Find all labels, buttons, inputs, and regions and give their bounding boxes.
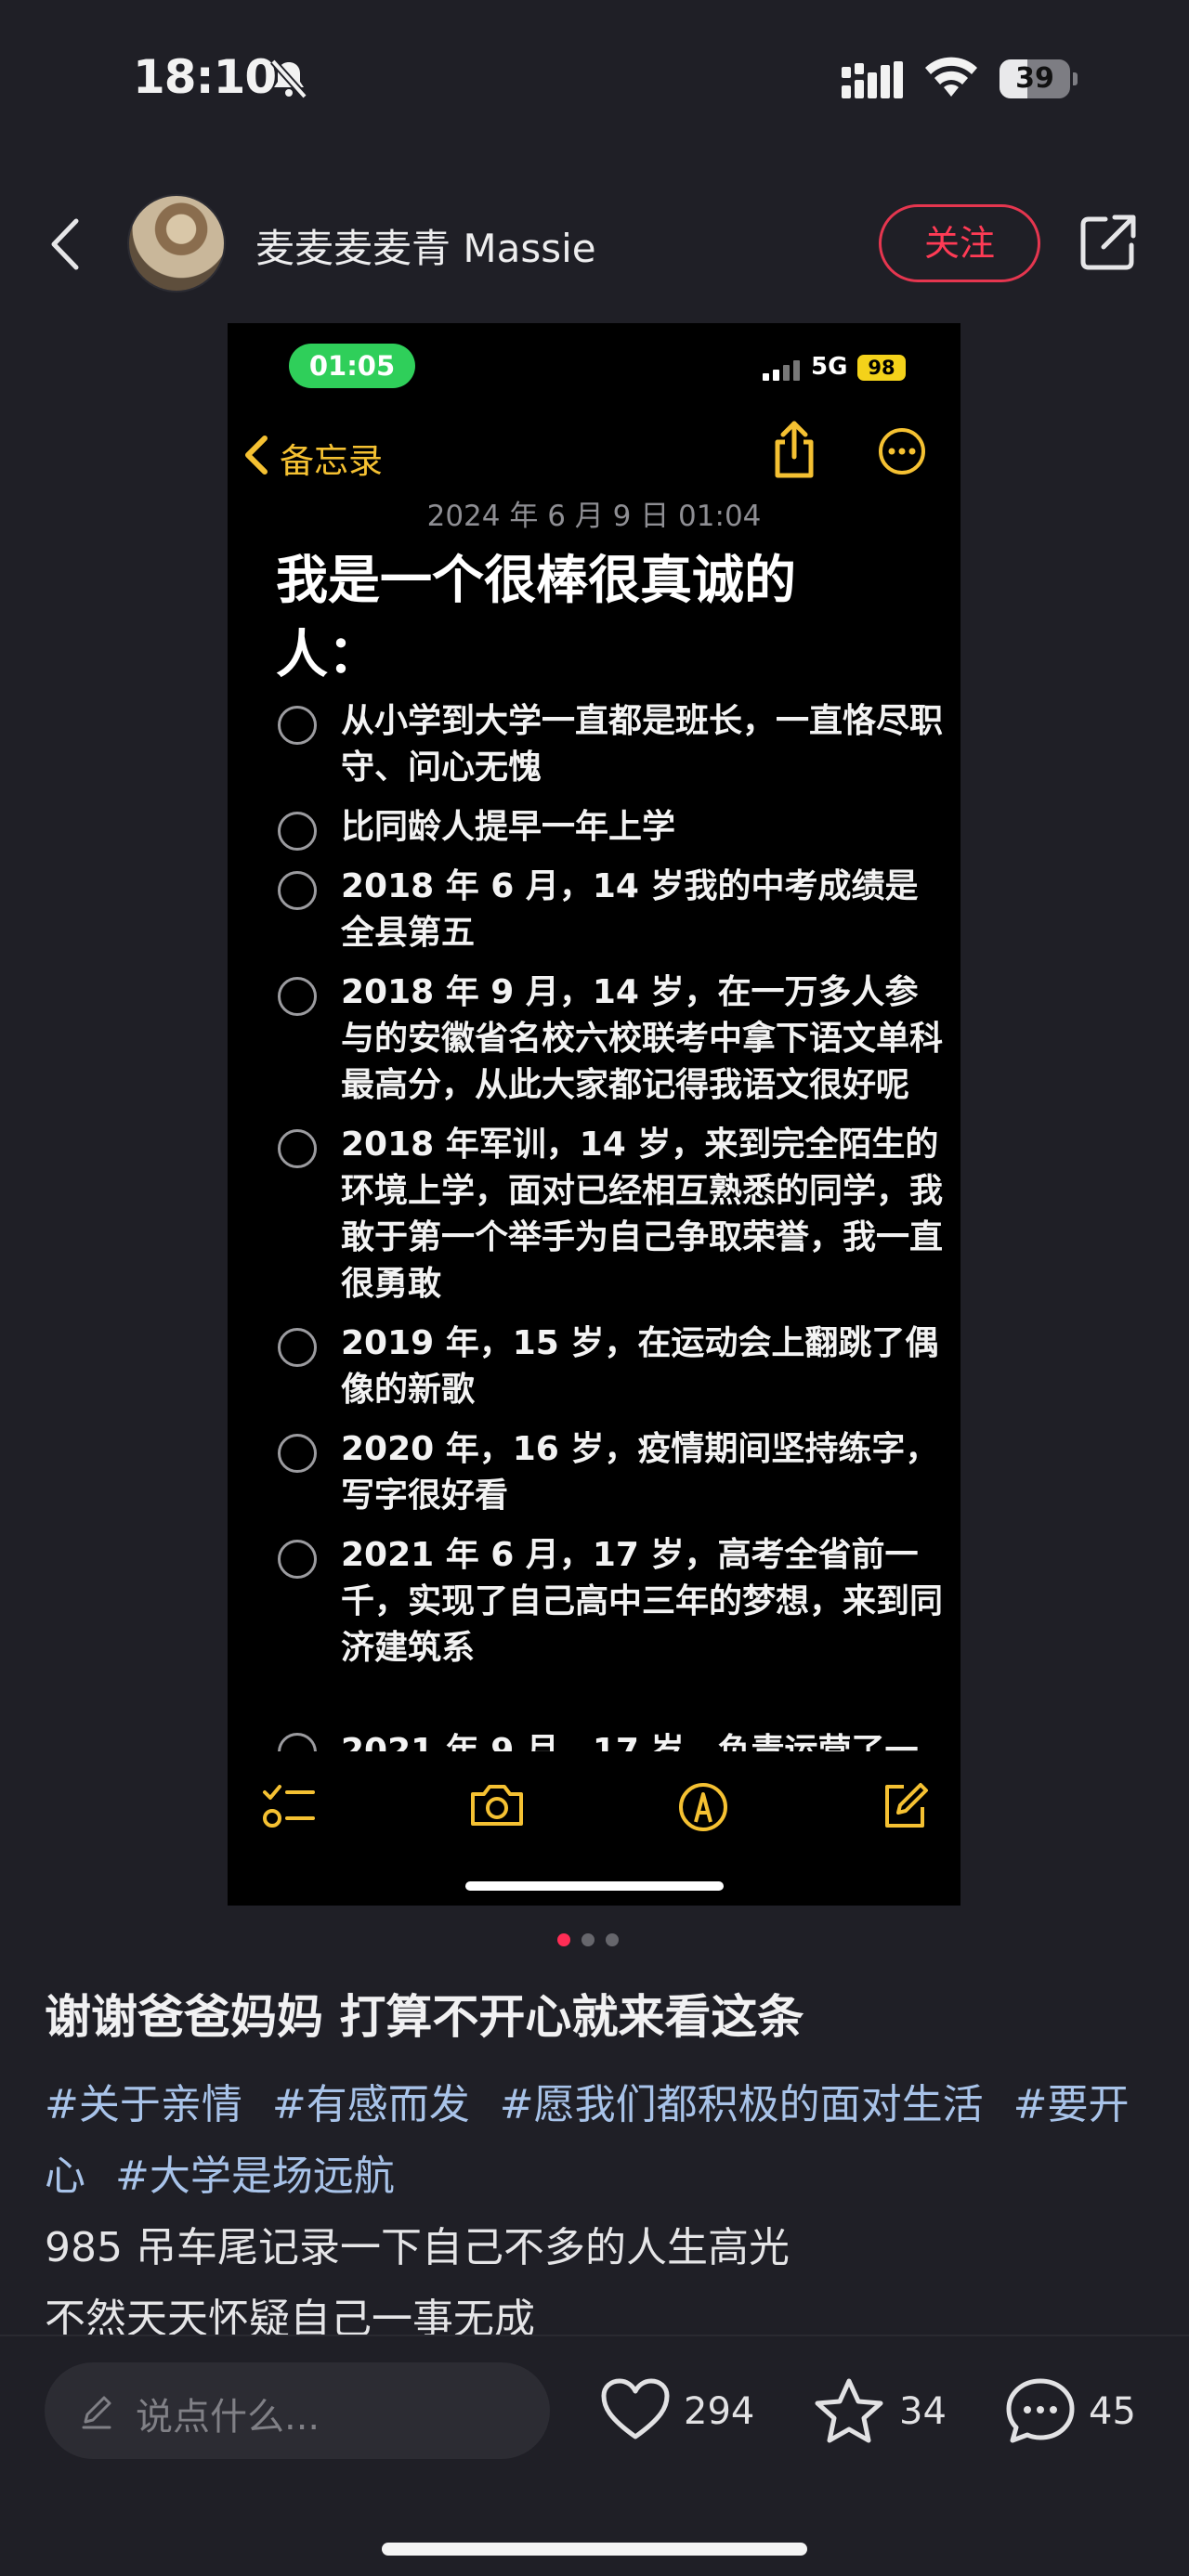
favorite-button[interactable]: 34 xyxy=(814,2364,953,2457)
post-header: 麦麦麦麦青 Massie 关注 xyxy=(0,176,1189,306)
cellular-signal-icon xyxy=(763,360,800,381)
checkbox-circle xyxy=(278,1129,317,1168)
like-count: 294 xyxy=(684,2390,755,2433)
checklist-item-text: 从小学到大学一直都是班长，一直恪尽职守、问心无愧 xyxy=(341,702,944,787)
compose-icon xyxy=(885,1783,928,1828)
post-title: 谢谢爸爸妈妈 打算不开心就来看这条 xyxy=(45,1990,804,2044)
more-icon xyxy=(879,428,925,475)
follow-button[interactable]: 关注 xyxy=(879,204,1040,282)
post-text-line: 985 吊车尾记录一下自己不多的人生高光 xyxy=(45,2224,790,2271)
post-image[interactable]: 01:05 5G 98 备忘录 2024 年 6 月 9 日 01:04 我是一… xyxy=(228,323,960,1906)
hashtag[interactable]: #有感而发 xyxy=(272,2081,470,2128)
back-icon[interactable] xyxy=(45,215,91,273)
share-icon[interactable] xyxy=(1078,212,1139,273)
hashtag[interactable]: #关于亲情 xyxy=(45,2081,242,2128)
network-label: 5G xyxy=(811,353,848,381)
battery-percent: 39 xyxy=(1015,62,1054,95)
note-date: 2024 年 6 月 9 日 01:04 xyxy=(426,500,762,533)
pagination-dot xyxy=(557,1933,570,1946)
checklist-item: 2019 年，15 岁，在运动会上翻跳了偶像的新歌 xyxy=(276,1321,945,1413)
notes-toolbar xyxy=(228,1768,960,1842)
battery-icon: 39 xyxy=(1000,59,1078,98)
checkbox-circle xyxy=(278,977,317,1016)
hashtag[interactable]: #大学是场远航 xyxy=(115,2153,395,2200)
checklist-item: 2018 年军训，14 岁，来到完全陌生的环境上学，面对已经相互熟悉的同学，我敢… xyxy=(276,1122,945,1308)
checklist-item-text: 2018 年 9 月，14 岁，在一万多人参与的安徽省名校六校联考中拿下语文单科… xyxy=(341,973,944,1104)
like-button[interactable]: 294 xyxy=(600,2364,767,2457)
author-name[interactable]: 麦麦麦麦青 Massie xyxy=(255,217,596,274)
checklist-item: 比同龄人提早一年上学 xyxy=(276,804,945,851)
checkbox-circle xyxy=(278,871,317,910)
note-title: 我是一个很棒很真诚的人： xyxy=(276,551,796,685)
home-indicator xyxy=(465,1881,724,1891)
bottom-action-bar: 说点什么... 294 34 45 xyxy=(0,2335,1189,2576)
favorite-count: 34 xyxy=(899,2390,947,2433)
checklist-item: 2020 年，16 岁，疫情期间坚持练字，写字很好看 xyxy=(276,1426,945,1519)
comment-placeholder: 说点什么... xyxy=(136,2396,320,2439)
checklist-item: 2018 年 6 月，14 岁我的中考成绩是全县第五 xyxy=(276,864,945,956)
checklist-item-text: 2021 年 6 月，17 岁，高考全省前一千，实现了自己高中三年的梦想，来到同… xyxy=(341,1536,944,1667)
checkbox-circle xyxy=(278,1328,317,1367)
post-body: #关于亲情 #有感而发 #愿我们都积极的面对生活 #要开心 #大学是场远航 98… xyxy=(45,2069,1159,2338)
pencil-icon xyxy=(82,2396,111,2429)
checklist-item-text: 比同龄人提早一年上学 xyxy=(341,808,676,846)
camera-icon xyxy=(471,1785,523,1826)
checklist-item: 2018 年 9 月，14 岁，在一万多人参与的安徽省名校六校联考中拿下语文单科… xyxy=(276,969,945,1109)
comment-count: 45 xyxy=(1089,2390,1136,2433)
comment-bubble-icon xyxy=(1006,2378,1075,2443)
status-bar: 18:10 39 xyxy=(0,0,1189,158)
image-pagination xyxy=(557,1933,632,1948)
post-text-line: 不然天天怀疑自己一事无成 xyxy=(45,2296,535,2338)
checkbox-circle xyxy=(278,812,317,851)
screenshot-battery: 98 xyxy=(857,355,906,381)
checklist-item-text: 2019 年，15 岁，在运动会上翻跳了偶像的新歌 xyxy=(341,1324,939,1409)
screenshot-time: 01:05 xyxy=(289,344,415,388)
heart-icon xyxy=(601,2378,670,2439)
avatar[interactable] xyxy=(127,194,226,293)
checkbox-circle xyxy=(278,1733,317,1751)
bell-slash-icon xyxy=(270,59,307,99)
wifi-icon xyxy=(925,57,977,97)
hashtag[interactable]: #愿我们都积极的面对生活 xyxy=(500,2081,984,2128)
checklist-item: 从小学到大学一直都是班长，一直恪尽职守、问心无愧 xyxy=(276,698,945,791)
checkbox-circle xyxy=(278,706,317,745)
notes-back-label: 备忘录 xyxy=(280,441,383,481)
pagination-dot xyxy=(581,1933,594,1946)
pagination-dot xyxy=(606,1933,619,1946)
home-gesture-bar[interactable] xyxy=(382,2543,807,2556)
star-icon xyxy=(815,2378,883,2443)
share-icon xyxy=(775,421,814,478)
status-time: 18:10 xyxy=(133,50,277,104)
checklist-item: 2021 年 6 月，17 岁，高考全省前一千，实现了自己高中三年的梦想，来到同… xyxy=(276,1532,945,1672)
markup-icon xyxy=(679,1783,727,1831)
comment-button[interactable]: 45 xyxy=(1005,2364,1144,2457)
checklist-item-text: 2018 年 6 月，14 岁我的中考成绩是全县第五 xyxy=(341,867,919,952)
checkbox-circle xyxy=(278,1540,317,1579)
cellular-signal-icon xyxy=(842,61,903,98)
checklist-item-text: 2020 年，16 岁，疫情期间坚持练字，写字很好看 xyxy=(341,1430,939,1515)
checklist: 从小学到大学一直都是班长，一直恪尽职守、问心无愧比同龄人提早一年上学 2018 年… xyxy=(276,698,945,1685)
comment-input[interactable]: 说点什么... xyxy=(45,2362,550,2459)
chevron-left-icon xyxy=(245,436,268,475)
checklist-item-partial: 2021 年 9 月，17 岁，负责运营了一 xyxy=(276,1724,945,1751)
checkbox-circle xyxy=(278,1434,317,1473)
checklist-item-text: 2018 年军训，14 岁，来到完全陌生的环境上学，面对已经相互熟悉的同学，我敢… xyxy=(341,1125,944,1303)
checklist-icon xyxy=(263,1785,315,1828)
